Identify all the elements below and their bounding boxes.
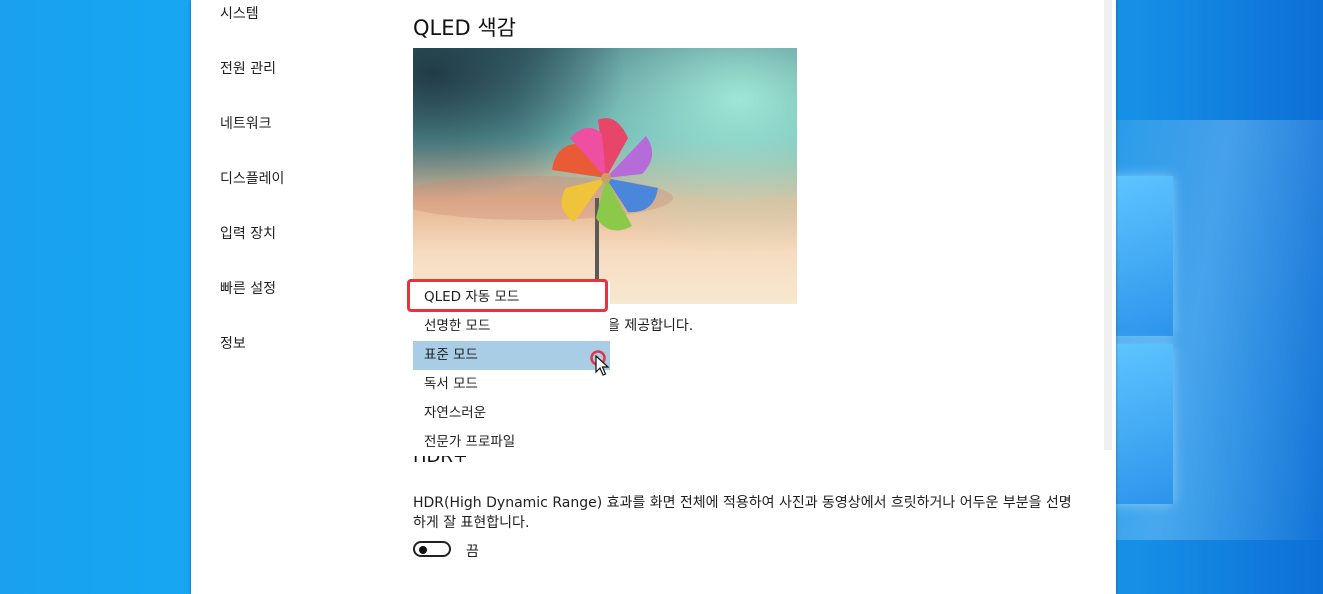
hdr-toggle-state-label: 끔 [466,544,479,560]
hdr-description: HDR(High Dynamic Range) 효과를 화면 전체에 적용하여 … [413,495,1072,531]
sidebar-item-input[interactable]: 입력 장치 [220,223,276,243]
sidebar-item-network[interactable]: 네트워크 [220,113,272,133]
option-vivid-mode[interactable]: 선명한 모드 [413,312,610,341]
qled-section-title: QLED 색감 [413,16,516,40]
option-natural-mode[interactable]: 자연스러운 [413,399,610,428]
sidebar-item-power[interactable]: 전원 관리 [220,58,276,78]
toggle-knob [419,546,427,554]
mouse-cursor-icon [590,350,610,378]
option-standard-mode[interactable]: 표준 모드 [413,341,610,370]
qled-description: 을 제공합니다. [607,318,694,334]
windows-logo-wallpaper [1103,0,1323,594]
sidebar-item-info[interactable]: 정보 [220,333,246,353]
annotation-highlight-box [407,279,608,312]
sidebar-item-system[interactable]: 시스템 [220,3,259,23]
scrollbar[interactable] [1104,0,1112,450]
option-reading-mode[interactable]: 독서 모드 [413,370,610,399]
hdr-section-title: HDR+ [413,456,468,467]
sidebar-item-quick-settings[interactable]: 빠른 설정 [220,278,276,298]
option-expert-profile[interactable]: 전문가 프로파일 [413,428,610,457]
sidebar-item-display[interactable]: 디스플레이 [220,168,284,188]
pinwheel-preview-image [413,48,797,304]
hdr-toggle-switch[interactable] [413,541,451,557]
